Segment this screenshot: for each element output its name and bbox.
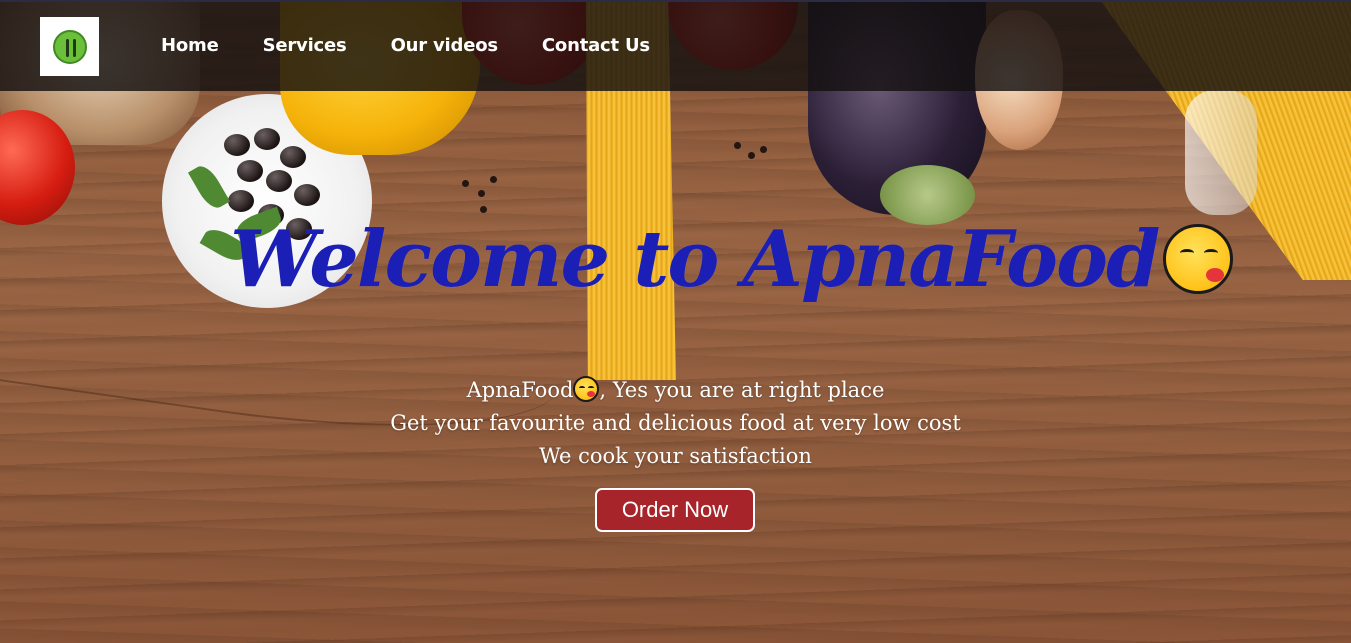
- hero-line-1-brand: ApnaFood: [466, 378, 574, 402]
- hero-title: Welcome to ApnaFood: [230, 214, 1233, 305]
- hero-line-2: Get your favourite and delicious food at…: [390, 411, 961, 435]
- order-now-button[interactable]: Order Now: [595, 488, 755, 532]
- fork-knife-icon: [52, 29, 87, 64]
- face-savoring-food-emoji-icon: [573, 376, 600, 402]
- logo-icon[interactable]: [40, 17, 99, 76]
- peppercorn: [478, 190, 485, 197]
- hero-line-1: ApnaFood , Yes you are at right place: [0, 374, 1351, 407]
- peppercorn: [748, 152, 755, 159]
- nav-link-contact-us[interactable]: Contact Us: [542, 35, 650, 56]
- peppercorn: [490, 176, 497, 183]
- nav-link-services[interactable]: Services: [263, 35, 347, 56]
- hero-description: ApnaFood , Yes you are at right place Get…: [0, 374, 1351, 473]
- hero-line-3: We cook your satisfaction: [539, 444, 812, 468]
- peppercorn: [462, 180, 469, 187]
- nav-link-our-videos[interactable]: Our videos: [391, 35, 499, 56]
- peppercorn: [480, 206, 487, 213]
- hero-title-text: Welcome to ApnaFood: [230, 214, 1161, 305]
- nav-link-home[interactable]: Home: [161, 35, 219, 56]
- nav-links: Home Services Our videos Contact Us: [161, 35, 650, 56]
- peppercorn: [734, 142, 741, 149]
- hero-line-1-text: , Yes you are at right place: [599, 378, 885, 402]
- jar-image: [1185, 90, 1257, 215]
- peppercorn: [760, 146, 767, 153]
- face-savoring-food-emoji-icon: [1162, 223, 1233, 294]
- navbar: Home Services Our videos Contact Us: [0, 0, 1351, 91]
